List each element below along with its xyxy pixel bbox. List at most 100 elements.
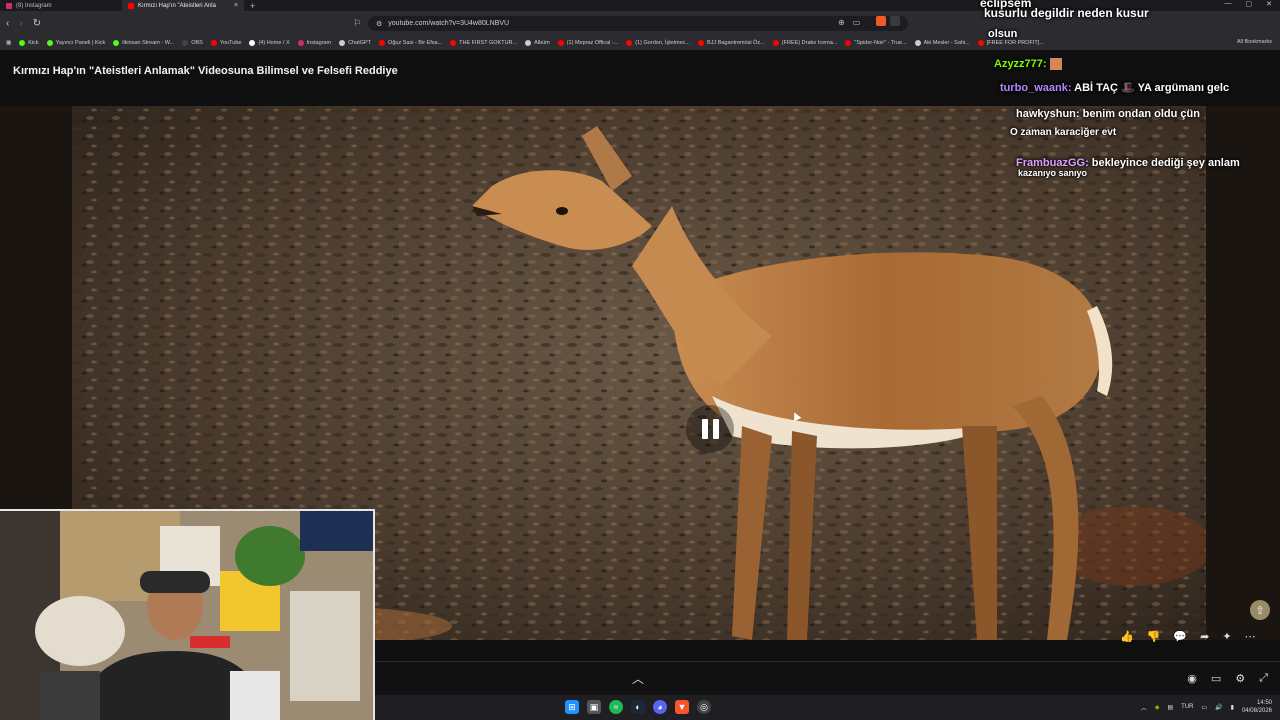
bookmark-label: YouTube [219,40,242,46]
close-tab-icon[interactable]: × [234,2,238,9]
tab-label: Kırmızı Hap'ın "Ateistleri Anla [138,2,216,9]
bookmark-item[interactable]: Oğuz Sasi - Bir Efsa... [379,40,442,46]
captions-icon[interactable]: ▭ [1211,672,1221,685]
nvidia-icon[interactable]: ◆ [1155,704,1160,711]
spotify-icon[interactable]: ≈ [609,700,623,714]
clock[interactable]: 14:50 04/08/2026 [1242,699,1272,715]
bookmark-label: Oğuz Sasi - Bir Efsa... [388,40,443,46]
brave-icon[interactable]: ▼ [675,700,689,714]
network-icon[interactable]: ▭ [1202,704,1208,711]
all-bookmarks-button[interactable]: All Bookmarks [1237,39,1272,45]
bookmark-label: Yayıncı Paneli | Kick [55,40,106,46]
discord-icon[interactable]: ◕ [653,700,667,714]
tray-chevron-icon[interactable]: ︿ [1141,703,1147,712]
extensions [876,16,900,26]
bookmark-item[interactable]: Aki Mesler - Sahi... [914,40,970,46]
youtube-icon [977,40,984,46]
youtube-icon [626,40,633,46]
apps-icon[interactable]: ▦ [6,40,11,46]
fullscreen-icon[interactable]: ⤢ [1259,672,1268,685]
kick-icon [19,40,26,46]
settings-icon[interactable]: ⚙ [1235,672,1245,685]
brave-shield-icon[interactable] [876,16,886,26]
reload-icon[interactable]: ↻ [33,18,41,29]
bookmark-label: Albüm [534,40,550,46]
bookmark-item[interactable]: (4) Home / X [249,40,290,46]
url-input[interactable]: ⚙ youtube.com/watch?v=3U4w80LNBVU [368,16,908,31]
bookmark-icon[interactable]: ⚐ [353,18,361,29]
more-icon[interactable]: ⋯ [1245,630,1256,643]
bookmark-item[interactable]: BJJ Bagantremösi Öz... [698,40,765,46]
cast-icon[interactable]: ▭ [853,18,861,27]
folder-icon [525,40,532,46]
bookmark-item[interactable]: Yayıncı Paneli | Kick [46,40,106,46]
taskbar-apps: ⊞ ▣ ≈ ◐ ◕ ▼ ◎ [565,700,711,714]
bookmark-item[interactable]: ilkinsan Stream - W... [113,40,174,46]
kick-icon [113,40,120,46]
scroll-top-button[interactable]: ⇧ [1250,600,1270,620]
bookmark-item[interactable]: (1) Gordon, İşletmec... [626,40,690,46]
brave-rewards-icon[interactable] [890,16,900,26]
new-tab-button[interactable]: + [244,1,261,11]
wifi-icon[interactable]: ▤ [1167,704,1173,711]
bookmark-item[interactable]: THE FIRST GOKTUR... [450,40,517,46]
chevron-up-icon[interactable]: ︿ [632,670,644,687]
x-icon [249,40,256,46]
bookmark-icon [914,40,921,46]
bookmark-label: Instagram [306,40,332,46]
windows-start-icon[interactable]: ⊞ [565,700,579,714]
nav-buttons: ‹ › ↻ [0,18,41,29]
dislike-icon[interactable]: 👎 [1147,630,1161,643]
bookmark-item[interactable]: Instagram [297,40,332,46]
back-icon[interactable]: ‹ [6,18,9,29]
battery-icon[interactable]: ▮ [1231,704,1234,711]
forward-icon[interactable]: › [19,18,22,29]
zoom-icon[interactable]: ⊕ [838,18,845,27]
bookmark-item[interactable]: ChatGPT [339,40,371,46]
video-actions: 👍 👎 💬 ➦ ✦ ⋯ [1120,630,1256,643]
minimize-icon[interactable]: — [1225,0,1232,8]
maximize-icon[interactable]: ▢ [1246,0,1253,8]
bookmarks-bar: ▦ Kick Yayıncı Paneli | Kick ilkinsan St… [0,36,1280,50]
close-window-icon[interactable]: ✕ [1266,0,1272,8]
bookmark-item[interactable]: YouTube [210,40,242,46]
site-info-icon[interactable]: ⚙ [376,20,382,28]
bookmark-item[interactable]: Albüm [525,40,550,46]
volume-icon[interactable]: 🔊 [1215,704,1222,711]
bookmark-item[interactable]: (1) Mepraz Offical -... [557,40,619,46]
clock-time: 14:50 [1256,700,1272,706]
player-controls-right: ◉ ▭ ⚙ ⤢ [1187,672,1268,685]
bookmark-item[interactable]: (FREE) Drake Icema... [772,40,837,46]
task-view-icon[interactable]: ▣ [587,700,601,714]
ambient-right [1206,106,1280,640]
bookmark-label: Kick [28,40,39,46]
obs-icon [182,40,189,46]
youtube-icon [210,40,217,46]
comments-icon[interactable]: 💬 [1173,630,1187,643]
windows-taskbar: ⊞ ▣ ≈ ◐ ◕ ▼ ◎ ︿ ◆ ▤ TUR ▭ 🔊 ▮ 14:50 04/0… [375,695,1280,720]
share-icon[interactable]: ➦ [1200,630,1209,643]
video-title: Kırmızı Hap'ın "Ateistleri Anlamak" Vide… [13,65,398,77]
bookmark-label: (1) Gordon, İşletmec... [635,40,690,46]
obs-icon[interactable]: ◎ [697,700,711,714]
bookmark-label: OBS [191,40,203,46]
bookmark-item[interactable]: OBS [182,40,203,46]
tab-instagram[interactable]: (8) Instagram [0,0,122,11]
bookmark-label: "Spider-Noir" - True... [854,40,907,46]
steam-icon[interactable]: ◐ [631,700,645,714]
language-indicator[interactable]: TUR [1181,704,1193,710]
like-icon[interactable]: 👍 [1120,630,1134,643]
bookmark-label: (1) Mepraz Offical -... [566,40,619,46]
pause-icon[interactable] [686,405,734,453]
screen: (8) Instagram Kırmızı Hap'ın "Ateistleri… [0,0,1280,720]
bookmark-label: ChatGPT [348,40,372,46]
tab-youtube-video[interactable]: Kırmızı Hap'ın "Ateistleri Anla × [122,0,244,11]
bookmark-item[interactable]: Kick [19,40,39,46]
instagram-icon [6,2,12,9]
bookmark-item[interactable]: "Spider-Noir" - True... [845,40,907,46]
youtube-icon [557,40,564,46]
bookmark-item[interactable]: [FREE FOR PROFIT]... [977,40,1044,46]
autoplay-icon[interactable]: ◉ [1187,672,1197,685]
youtube-icon [379,40,386,46]
remix-icon[interactable]: ✦ [1222,630,1231,643]
